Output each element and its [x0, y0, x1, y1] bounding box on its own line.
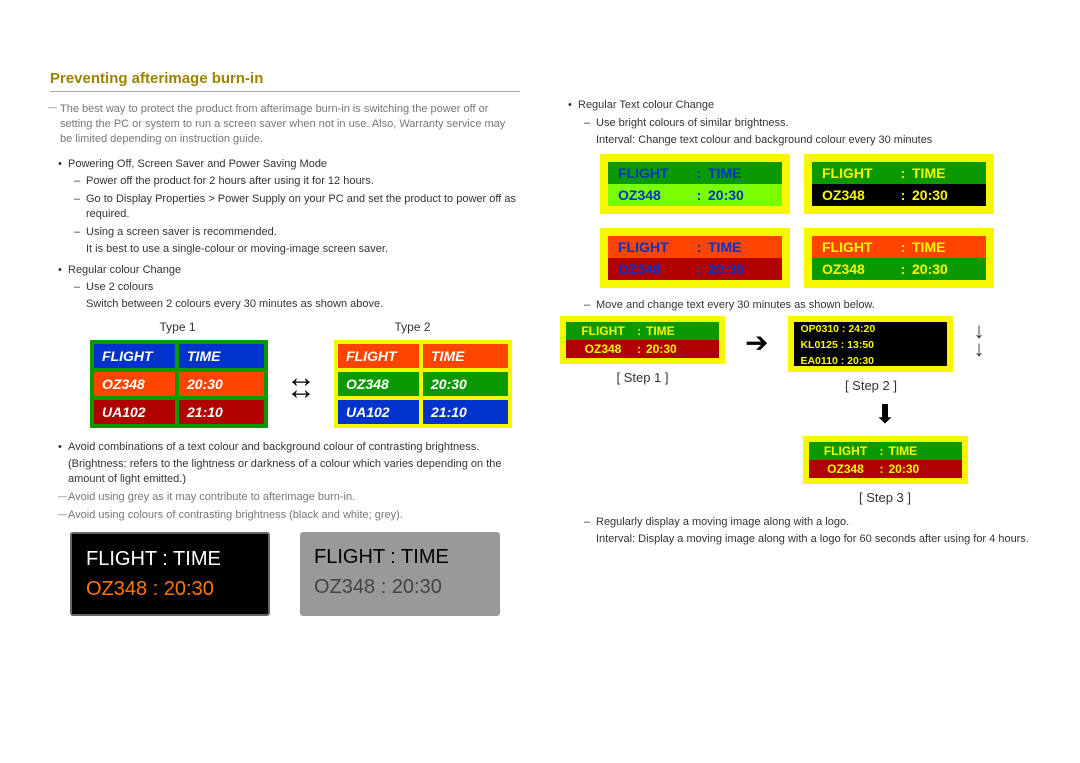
type-diagram: FLIGHT TIME OZ348 20:30 UA102 21:10 ↔↔ F…	[90, 340, 520, 428]
quad-panel-1: FLIGHT:TIME OZ348:20:30	[600, 154, 790, 214]
bullet-avoid-combo: Avoid combinations of a text colour and …	[68, 440, 520, 455]
section-title: Preventing afterimage burn-in	[50, 70, 520, 92]
disp-line1: FLIGHT : TIME	[86, 544, 254, 574]
right-column: Regular Text colour Change Use bright co…	[560, 70, 1030, 733]
bullet-power: Powering Off, Screen Saver and Power Sav…	[68, 157, 520, 172]
arrow-down-icon: ⬇	[874, 399, 896, 430]
interval-30min: Interval: Change text colour and backgro…	[596, 133, 1030, 148]
step3-label: [ Step 3 ]	[803, 490, 968, 505]
note-grey: Avoid using grey as it may contribute to…	[68, 490, 520, 505]
step1-panel: FLIGHT:TIME OZ348:20:30	[560, 316, 725, 364]
swap-arrow-icon: ↔↔	[286, 372, 316, 396]
colour-quad: FLIGHT:TIME OZ348:20:30 FLIGHT:TIME OZ34…	[600, 154, 1020, 288]
step2-label: [ Step 2 ]	[788, 378, 953, 393]
left-column: Preventing afterimage burn-in The best w…	[50, 70, 520, 733]
hdr-flight: FLIGHT	[338, 344, 423, 368]
disp-line1: FLIGHT : TIME	[314, 542, 486, 572]
type-labels: Type 1 Type 2	[90, 320, 520, 334]
bullet-colour-change: Regular colour Change	[68, 263, 520, 278]
type2-table: FLIGHT TIME OZ348 20:30 UA102 21:10	[334, 340, 512, 428]
step1-label: [ Step 1 ]	[560, 370, 725, 385]
arrows-down-icon: ↓↓	[973, 322, 984, 357]
display-examples: FLIGHT : TIME OZ348 : 20:30 FLIGHT : TIM…	[70, 532, 520, 616]
display-black: FLIGHT : TIME OZ348 : 20:30	[70, 532, 270, 616]
row-time: 21:10	[423, 400, 508, 424]
arrow-down-wrap: ⬇	[560, 399, 1030, 430]
display-grey: FLIGHT : TIME OZ348 : 20:30	[300, 532, 500, 616]
bullet-text-colour: Regular Text colour Change	[578, 98, 1030, 113]
row-code: UA102	[338, 400, 423, 424]
type2-label: Type 2	[325, 320, 500, 334]
row-time: 20:30	[423, 372, 508, 396]
sub-2colours: Use 2 colours	[86, 280, 520, 295]
disp-line2: OZ348 : 20:30	[314, 572, 486, 602]
row-time: 20:30	[179, 372, 264, 396]
step3-block: FLIGHT:TIME OZ348:20:30 [ Step 3 ]	[803, 436, 968, 505]
steps-row: FLIGHT:TIME OZ348:20:30 [ Step 1 ] ➔ OP0…	[560, 316, 1030, 393]
arrow-right-icon: ➔	[745, 326, 768, 359]
sub-bright-colours: Use bright colours of similar brightness…	[596, 116, 1030, 131]
quad-panel-4: FLIGHT:TIME OZ348:20:30	[804, 228, 994, 288]
disp-line2: OZ348 : 20:30	[86, 574, 254, 604]
step1-block: FLIGHT:TIME OZ348:20:30 [ Step 1 ]	[560, 316, 725, 385]
hdr-time: TIME	[423, 344, 508, 368]
step2-block: OP0310 : 24:20 KL0125 : 13:50 EA0110 : 2…	[788, 316, 953, 393]
row-code: UA102	[94, 400, 179, 424]
hdr-flight: FLIGHT	[94, 344, 179, 368]
sub-screensaver: Using a screen saver is recommended.	[86, 225, 520, 240]
interval-4hours: Interval: Display a moving image along w…	[596, 532, 1030, 547]
row-code: OZ348	[94, 372, 179, 396]
quad-panel-2: FLIGHT:TIME OZ348:20:30	[804, 154, 994, 214]
sub-2colours-note: Switch between 2 colours every 30 minute…	[86, 297, 520, 312]
sub-move-text: Move and change text every 30 minutes as…	[596, 298, 1030, 313]
brightness-note: (Brightness: refers to the lightness or …	[68, 457, 520, 487]
quad-panel-3: FLIGHT:TIME OZ348:20:30	[600, 228, 790, 288]
note-contrast: Avoid using colours of contrasting brigh…	[68, 508, 520, 523]
intro-text: The best way to protect the product from…	[50, 102, 520, 147]
type1-label: Type 1	[90, 320, 265, 334]
type1-table: FLIGHT TIME OZ348 20:30 UA102 21:10	[90, 340, 268, 428]
sub-moving-image: Regularly display a moving image along w…	[596, 515, 1030, 530]
step2-panel: OP0310 : 24:20 KL0125 : 13:50 EA0110 : 2…	[788, 316, 953, 372]
hdr-time: TIME	[179, 344, 264, 368]
row-code: OZ348	[338, 372, 423, 396]
sub-screensaver-note: It is best to use a single-colour or mov…	[86, 242, 520, 257]
step3-panel: FLIGHT:TIME OZ348:20:30	[803, 436, 968, 484]
sub-power-off: Power off the product for 2 hours after …	[86, 174, 520, 189]
sub-display-props: Go to Display Properties > Power Supply …	[86, 192, 520, 222]
row-time: 21:10	[179, 400, 264, 424]
step3-wrap: FLIGHT:TIME OZ348:20:30 [ Step 3 ]	[560, 436, 1030, 505]
